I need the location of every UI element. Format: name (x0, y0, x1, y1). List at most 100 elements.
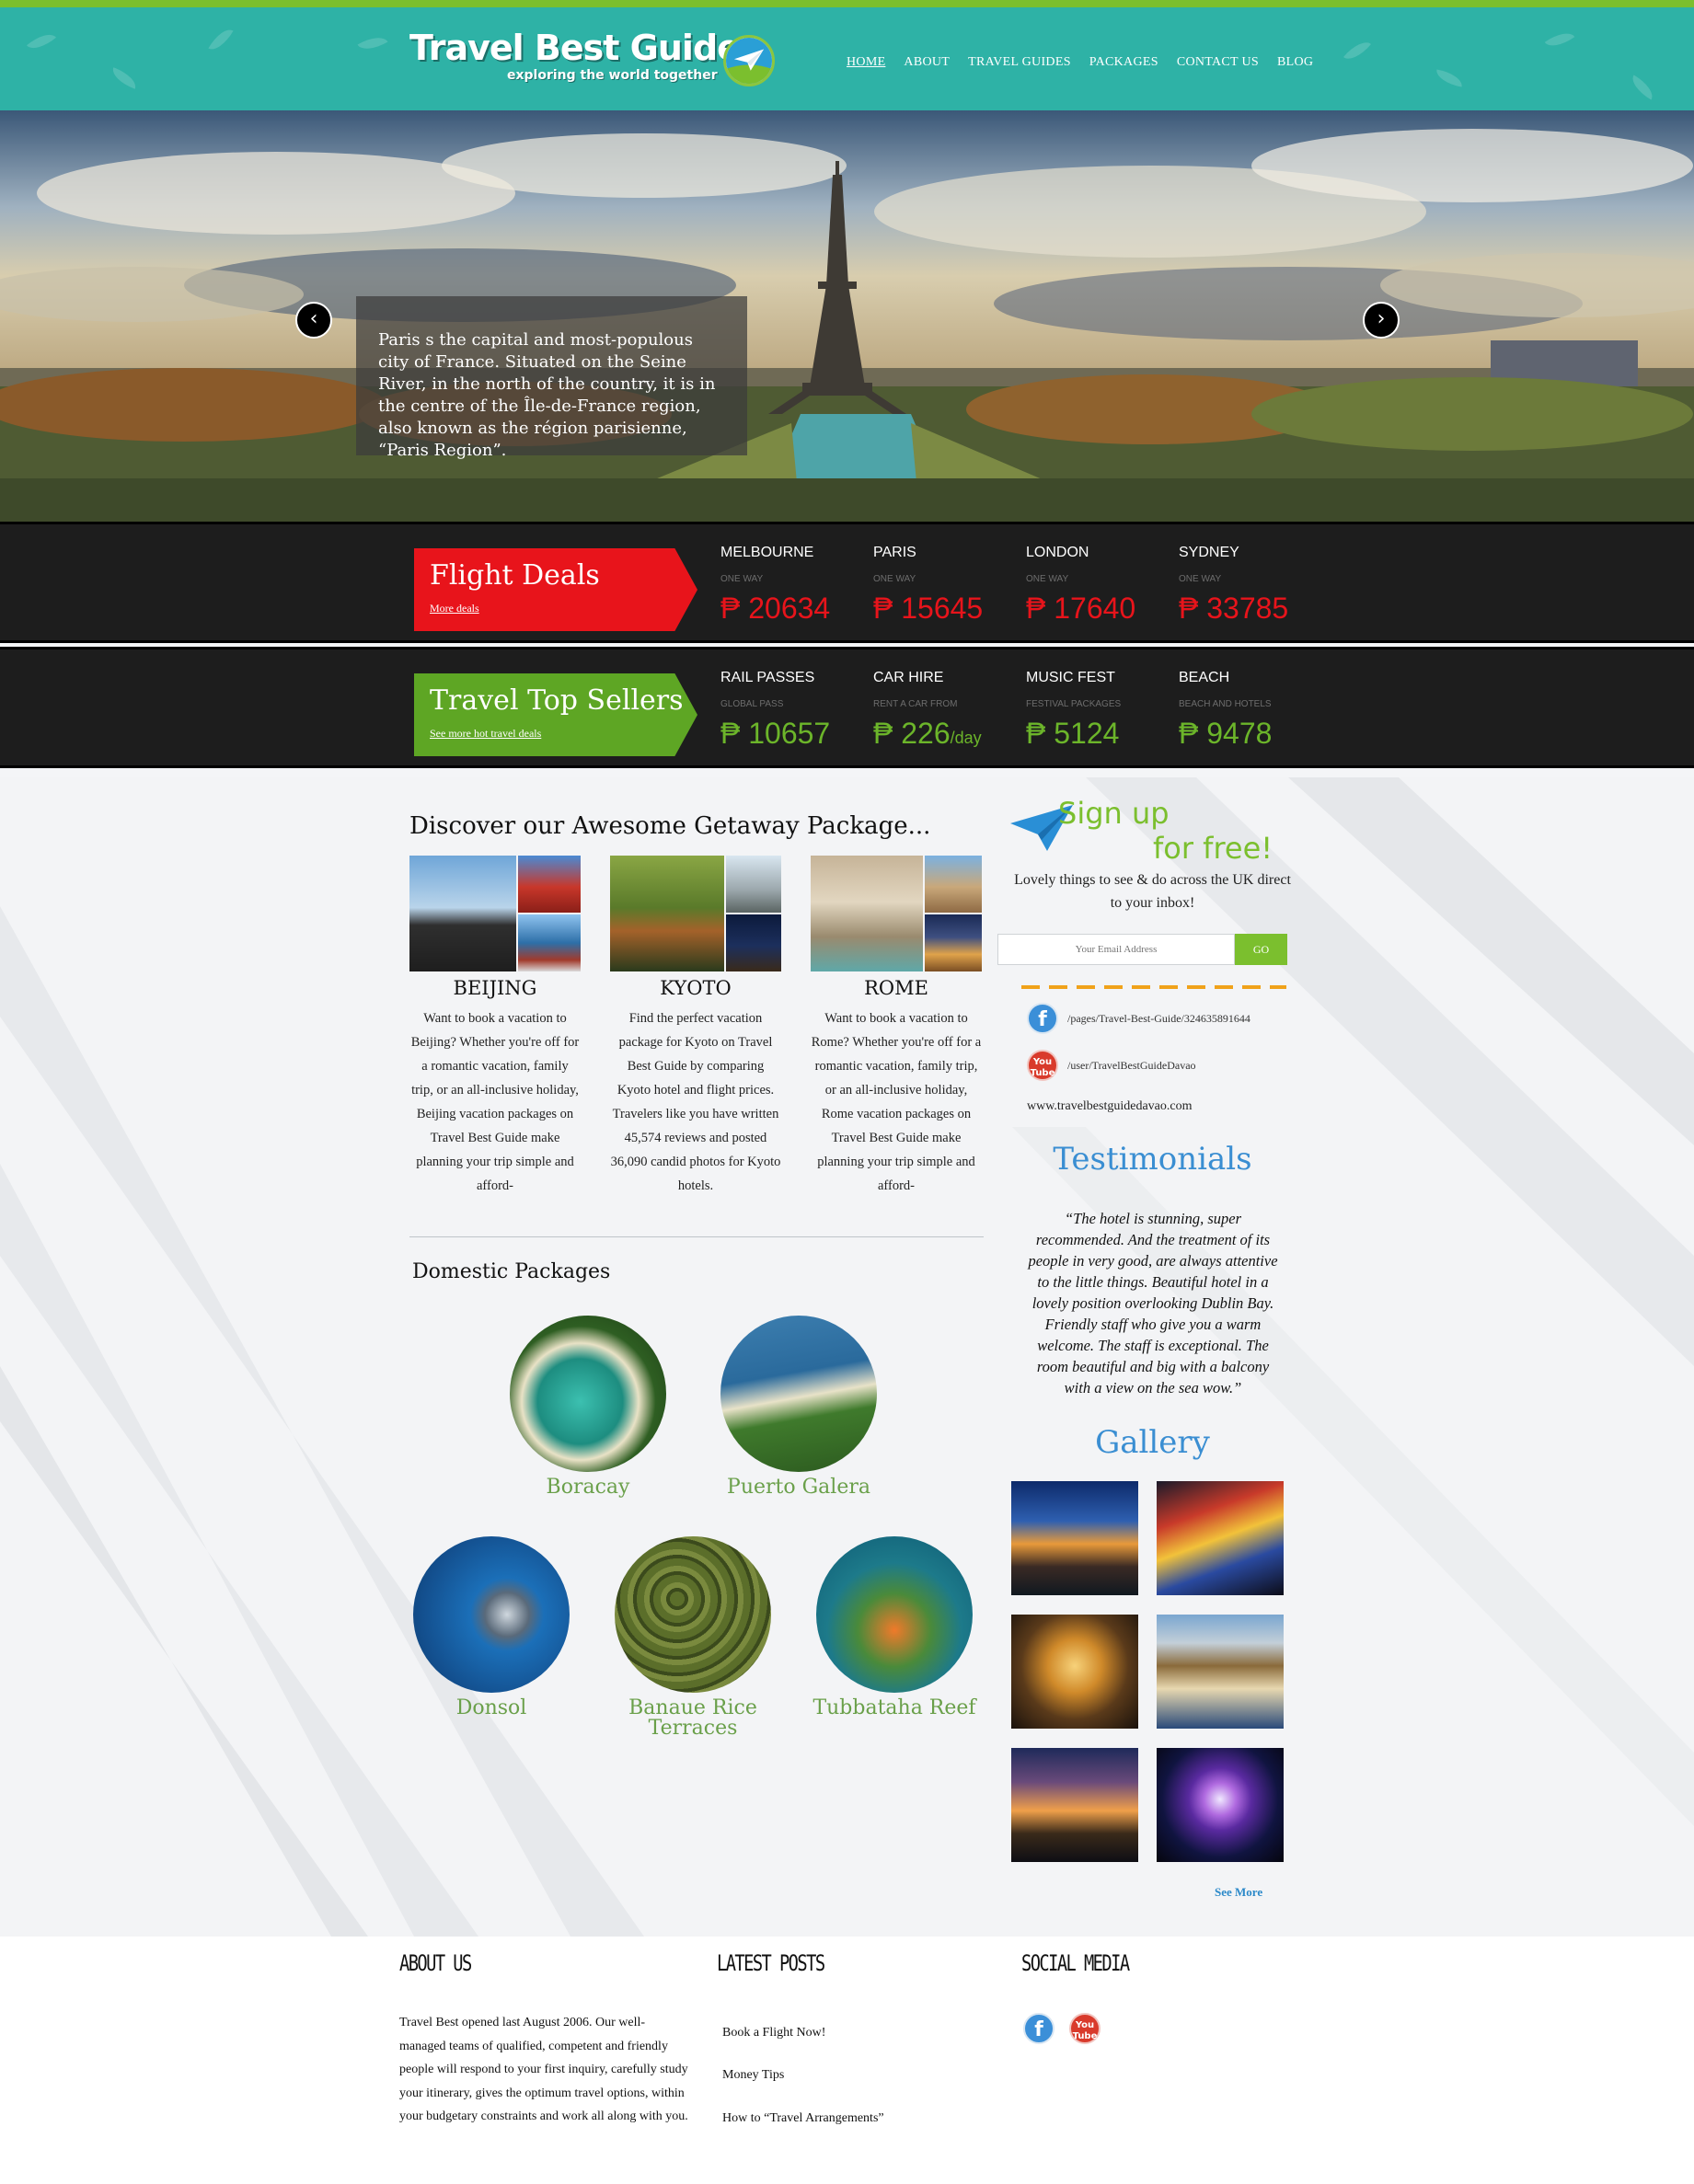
latest-post-link[interactable]: Book a Flight Now! (722, 2026, 825, 2040)
flight-deals-title: Flight Deals (430, 559, 600, 592)
kyoto-buddha-image (726, 856, 781, 913)
deal-melbourne[interactable]: MELBOURNE ONE WAY ₱ 20634 (720, 545, 868, 626)
price-value: ₱ 9478 (1179, 717, 1273, 750)
domestic-tubbataha-reef[interactable]: Tubbataha Reef (807, 1536, 982, 1718)
price-unit: /day (950, 729, 982, 747)
leaf-decoration (357, 30, 388, 56)
email-input[interactable] (997, 934, 1235, 965)
deal-name: LONDON (1026, 545, 1089, 560)
gallery-arc-de-triomphe-image[interactable] (1011, 1615, 1138, 1729)
facebook-icon[interactable]: f (1027, 1003, 1058, 1034)
nav-blog[interactable]: BLOG (1277, 55, 1313, 70)
signup-go-button[interactable]: GO (1235, 934, 1287, 965)
deal-name: PARIS (873, 545, 916, 560)
deal-sub: ONE WAY (1179, 574, 1222, 584)
package-description: Want to book a vacation to Beijing? Whet… (410, 1011, 580, 1193)
gallery-sunset-coast-image[interactable] (1011, 1481, 1138, 1595)
leaf-decoration (1435, 69, 1464, 87)
slider-prev-button[interactable]: ‹ (295, 302, 332, 339)
seller-rail-passes[interactable]: RAIL PASSES GLOBAL PASS ₱ 10657 (720, 670, 868, 751)
flight-deals-badge[interactable]: Flight Deals More deals (414, 548, 697, 631)
nav-travel-guides[interactable]: TRAVEL GUIDES (968, 55, 1071, 70)
beijing-lion-statue-image (409, 856, 516, 971)
deal-sub: ONE WAY (1026, 574, 1069, 584)
slider-next-button[interactable]: › (1363, 302, 1400, 339)
deal-london[interactable]: LONDON ONE WAY ₱ 17640 (1026, 545, 1173, 626)
domestic-banaue-rice-terraces[interactable]: Banaue Rice Terraces (605, 1536, 780, 1739)
footer-posts-heading: LATEST POSTS (717, 1950, 825, 1976)
domestic-puerto-galera[interactable]: Puerto Galera (711, 1316, 886, 1498)
dashed-divider (1021, 985, 1286, 989)
top-accent-line (0, 0, 1694, 7)
footer-about-text: Travel Best opened last August 2006. Our… (399, 2016, 688, 2123)
deal-price: ₱ 9478 (1179, 717, 1326, 751)
nav-packages[interactable]: PACKAGES (1089, 55, 1158, 70)
latest-post-link[interactable]: Money Tips (722, 2068, 784, 2083)
package-description: Want to book a vacation to Rome? Whether… (811, 1011, 982, 1193)
facebook-link-row[interactable]: f /pages/Travel-Best-Guide/324635891644 (1027, 1003, 1250, 1034)
seller-beach[interactable]: BEACH BEACH AND HOTELS ₱ 9478 (1179, 670, 1326, 751)
domestic-label: Boracay (546, 1476, 630, 1499)
deal-name: MUSIC FEST (1026, 670, 1115, 685)
domestic-label: Donsol (455, 1696, 527, 1719)
deal-paris[interactable]: PARIS ONE WAY ₱ 15645 (873, 545, 1020, 626)
flight-deals-bar: Flight Deals More deals MELBOURNE ONE WA… (0, 522, 1694, 643)
domestic-donsol[interactable]: Donsol (404, 1536, 579, 1718)
tubbataha-reef-image (816, 1536, 973, 1693)
nav-contact-us[interactable]: CONTACT US (1177, 55, 1259, 70)
package-rome[interactable]: ROME Want to book a vacation to Rome? Wh… (811, 856, 982, 1198)
nav-about[interactable]: ABOUT (904, 55, 950, 70)
package-beijing[interactable]: BEIJING Want to book a vacation to Beiji… (409, 856, 581, 1198)
youtube-link-text[interactable]: /user/TravelBestGuideDavao (1067, 1059, 1196, 1073)
kyoto-pagoda-image (610, 856, 724, 971)
logo-title: Travel Best Guide (409, 28, 741, 68)
package-kyoto[interactable]: KYOTO Find the perfect vacation package … (610, 856, 781, 1198)
facebook-icon[interactable]: f (1023, 2013, 1054, 2044)
deal-sub: ONE WAY (720, 574, 764, 584)
deal-name: CAR HIRE (873, 670, 944, 685)
gallery-bridge-night-image[interactable] (1011, 1748, 1138, 1862)
top-sellers-badge[interactable]: Travel Top Sellers See more hot travel d… (414, 673, 697, 756)
deal-name: BEACH (1179, 670, 1230, 685)
signup-heading: Sign up for free! (1058, 796, 1273, 866)
chevron-left-icon: ‹ (309, 307, 318, 330)
signup-description: Lovely things to see & do across the UK … (1014, 872, 1291, 911)
youtube-icon[interactable]: You Tube (1069, 2013, 1101, 2044)
seller-music-fest[interactable]: MUSIC FEST FESTIVAL PACKAGES ₱ 5124 (1026, 670, 1173, 751)
facebook-link-text[interactable]: /pages/Travel-Best-Guide/324635891644 (1067, 1012, 1250, 1026)
youtube-link-row[interactable]: You Tube /user/TravelBestGuideDavao (1027, 1050, 1196, 1081)
deal-price: ₱ 33785 (1179, 592, 1326, 626)
domestic-label: Banaue Rice Terraces (628, 1696, 757, 1740)
logo-tagline: exploring the world together (507, 68, 718, 83)
top-sellers-bar: Travel Top Sellers See more hot travel d… (0, 647, 1694, 768)
website-url[interactable]: www.travelbestguidedavao.com (1027, 1099, 1192, 1114)
domestic-boracay[interactable]: Boracay (501, 1316, 675, 1498)
gallery-london-eye-image[interactable] (1157, 1748, 1284, 1862)
latest-post-link[interactable]: How to “Travel Arrangements” (722, 2111, 884, 2126)
leaf-decoration (1544, 26, 1575, 53)
gallery-harbor-city-image[interactable] (1157, 1615, 1284, 1729)
domestic-label: Puerto Galera (727, 1476, 870, 1499)
deal-sydney[interactable]: SYDNEY ONE WAY ₱ 33785 (1179, 545, 1326, 626)
deal-price: ₱ 17640 (1026, 592, 1173, 626)
domestic-heading: Domestic Packages (412, 1260, 611, 1283)
forbidden-city-image (518, 856, 581, 913)
deal-name: SYDNEY (1179, 545, 1239, 560)
deal-sub: FESTIVAL PACKAGES (1026, 699, 1122, 709)
deal-sub: ONE WAY (873, 574, 916, 584)
site-logo[interactable]: Travel Best Guide exploring the world to… (409, 28, 741, 83)
price-value: ₱ 20634 (720, 592, 831, 625)
see-more-deals-link[interactable]: See more hot travel deals (430, 727, 541, 741)
hero-caption-box: Paris s the capital and most-populous ci… (356, 296, 747, 460)
price-value: ₱ 33785 (1179, 592, 1289, 625)
nav-home[interactable]: HOME (847, 55, 885, 70)
youtube-icon[interactable]: You Tube (1027, 1050, 1058, 1081)
footer-social-icons: f You Tube (1023, 2013, 1101, 2044)
deal-price: ₱ 10657 (720, 717, 868, 751)
more-deals-link[interactable]: More deals (430, 602, 479, 615)
seller-car-hire[interactable]: CAR HIRE RENT A CAR FROM ₱ 226/day (873, 670, 1020, 751)
gallery-times-square-image[interactable] (1157, 1481, 1284, 1595)
getaway-heading: Discover our Awesome Getaway Package... (409, 812, 931, 840)
gallery-see-more-link[interactable]: See More (1215, 1885, 1262, 1900)
deal-price: ₱ 20634 (720, 592, 868, 626)
